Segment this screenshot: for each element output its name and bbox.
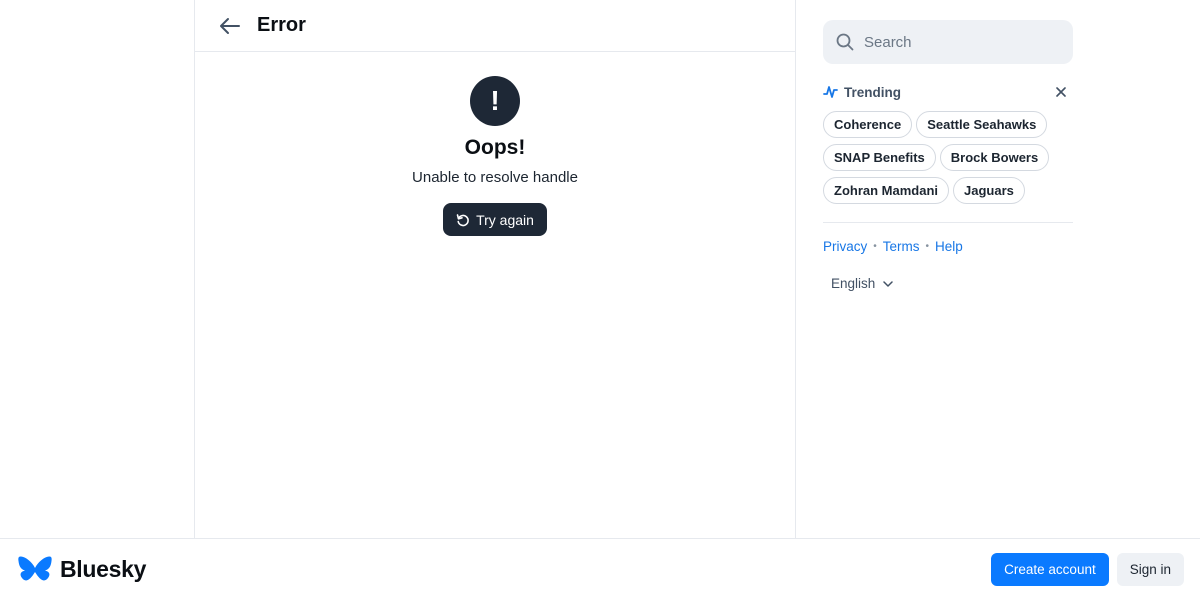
terms-link[interactable]: Terms (883, 239, 920, 254)
trending-label: Trending (844, 84, 901, 100)
help-link[interactable]: Help (935, 239, 963, 254)
separator-dot: • (873, 241, 877, 252)
error-title: Oops! (464, 136, 526, 159)
language-select[interactable]: English (831, 276, 1073, 291)
trending-pulse-icon (823, 86, 838, 98)
trending-topic-chip[interactable]: Zohran Mamdani (823, 177, 950, 204)
search-box[interactable] (823, 20, 1073, 64)
trending-topic-chip[interactable]: Coherence (823, 111, 913, 138)
refresh-icon (456, 213, 469, 226)
close-icon (1056, 87, 1066, 97)
error-panel: ! Oops! Unable to resolve handle Try aga… (195, 52, 795, 236)
page-title: Error (257, 14, 306, 36)
back-button[interactable] (217, 13, 243, 39)
main-column: Error ! Oops! Unable to resolve handle T… (194, 0, 796, 538)
divider (823, 222, 1073, 223)
sign-in-button[interactable]: Sign in (1116, 553, 1184, 586)
trending-topic-chip[interactable]: Brock Bowers (939, 144, 1050, 171)
trending-title: Trending (823, 85, 901, 100)
error-message: Unable to resolve handle (412, 169, 578, 186)
trending-topic-chip[interactable]: Seattle Seahawks (916, 111, 1048, 138)
bottom-bar: Bluesky Create account Sign in (0, 538, 1200, 600)
search-icon (836, 33, 854, 51)
try-again-label: Try again (476, 211, 534, 228)
brand[interactable]: Bluesky (18, 555, 146, 585)
page-header: Error (195, 0, 795, 52)
try-again-button[interactable]: Try again (443, 203, 547, 236)
trending-topics: Coherence Seattle Seahawks SNAP Benefits… (823, 111, 1073, 204)
close-trending-button[interactable] (1053, 84, 1069, 100)
exclamation-icon: ! (470, 76, 520, 126)
arrow-left-icon (220, 17, 240, 34)
trending-header: Trending (823, 84, 1073, 100)
right-sidebar: Trending Coherence Seattle Seahawks SNAP… (823, 20, 1073, 291)
separator-dot: • (925, 241, 930, 252)
chevron-down-icon (883, 280, 894, 287)
brand-name: Bluesky (60, 556, 147, 582)
trending-topic-chip[interactable]: Jaguars (953, 177, 1025, 204)
footer-links: Privacy • Terms • Help (823, 239, 1073, 254)
privacy-link[interactable]: Privacy (823, 239, 867, 254)
butterfly-logo-icon (18, 555, 52, 580)
trending-topic-chip[interactable]: SNAP Benefits (823, 144, 936, 171)
search-input[interactable] (864, 33, 1054, 51)
create-account-button[interactable]: Create account (991, 553, 1109, 586)
auth-actions: Create account Sign in (991, 553, 1184, 586)
language-value: English (831, 276, 876, 291)
